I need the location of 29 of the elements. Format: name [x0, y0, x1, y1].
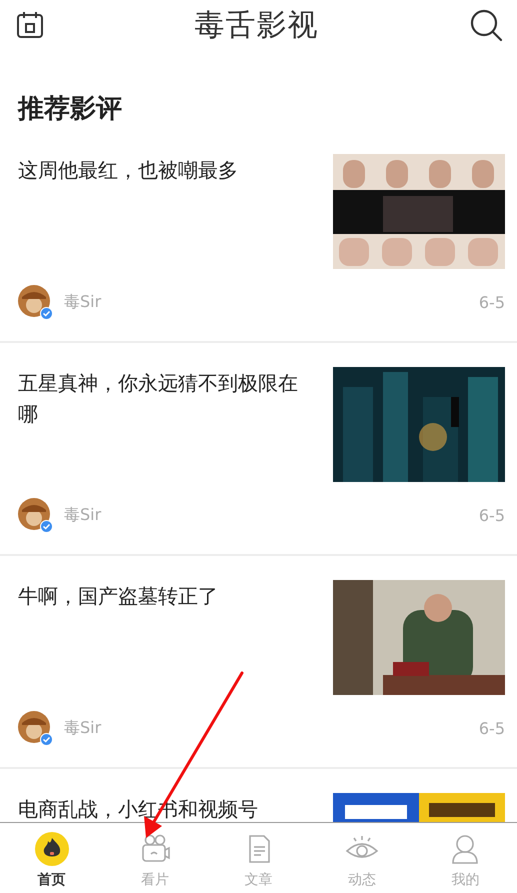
post-date: 6-5 [478, 718, 505, 738]
tab-label: 我的 [451, 871, 480, 889]
article-title: 五星真神，你永远猜不到极限在哪 [18, 370, 299, 428]
flame-icon [34, 831, 70, 867]
tab-label: 首页 [38, 871, 66, 889]
article-card[interactable]: 牛啊，国产盗墓转正了 毒Sir 6-5 [0, 556, 517, 769]
calendar-icon[interactable] [16, 11, 44, 39]
tab-label: 看片 [141, 871, 170, 889]
avatar-icon [18, 498, 52, 532]
post-date: 6-5 [478, 506, 505, 524]
author-name: 毒Sir [64, 504, 102, 526]
app-logo: 毒舌影视 [194, 6, 318, 44]
verified-icon [40, 307, 53, 320]
section-title: 推荐影评 [16, 93, 123, 126]
search-icon[interactable] [469, 8, 503, 42]
tab-label: 文章 [244, 871, 273, 889]
author-name: 毒Sir [64, 292, 102, 312]
post-date: 6-5 [478, 292, 505, 312]
author-name: 毒Sir [64, 718, 102, 738]
avatar-icon [18, 285, 52, 319]
article-card[interactable]: 五星真神，你永远猜不到极限在哪 毒Sir 6-5 [0, 343, 517, 556]
tab-label: 动态 [348, 871, 376, 889]
avatar-icon [18, 711, 52, 745]
article-card[interactable]: 这周他最红，也被嘲最多 毒Sir 6-5 [0, 130, 517, 343]
article-title: 这周他最红，也被嘲最多 [18, 157, 239, 184]
verified-icon [40, 520, 53, 533]
verified-icon [40, 733, 53, 746]
tab-item[interactable]: 首页 [0, 823, 104, 893]
article-title: 牛啊，国产盗墓转正了 [18, 583, 219, 610]
